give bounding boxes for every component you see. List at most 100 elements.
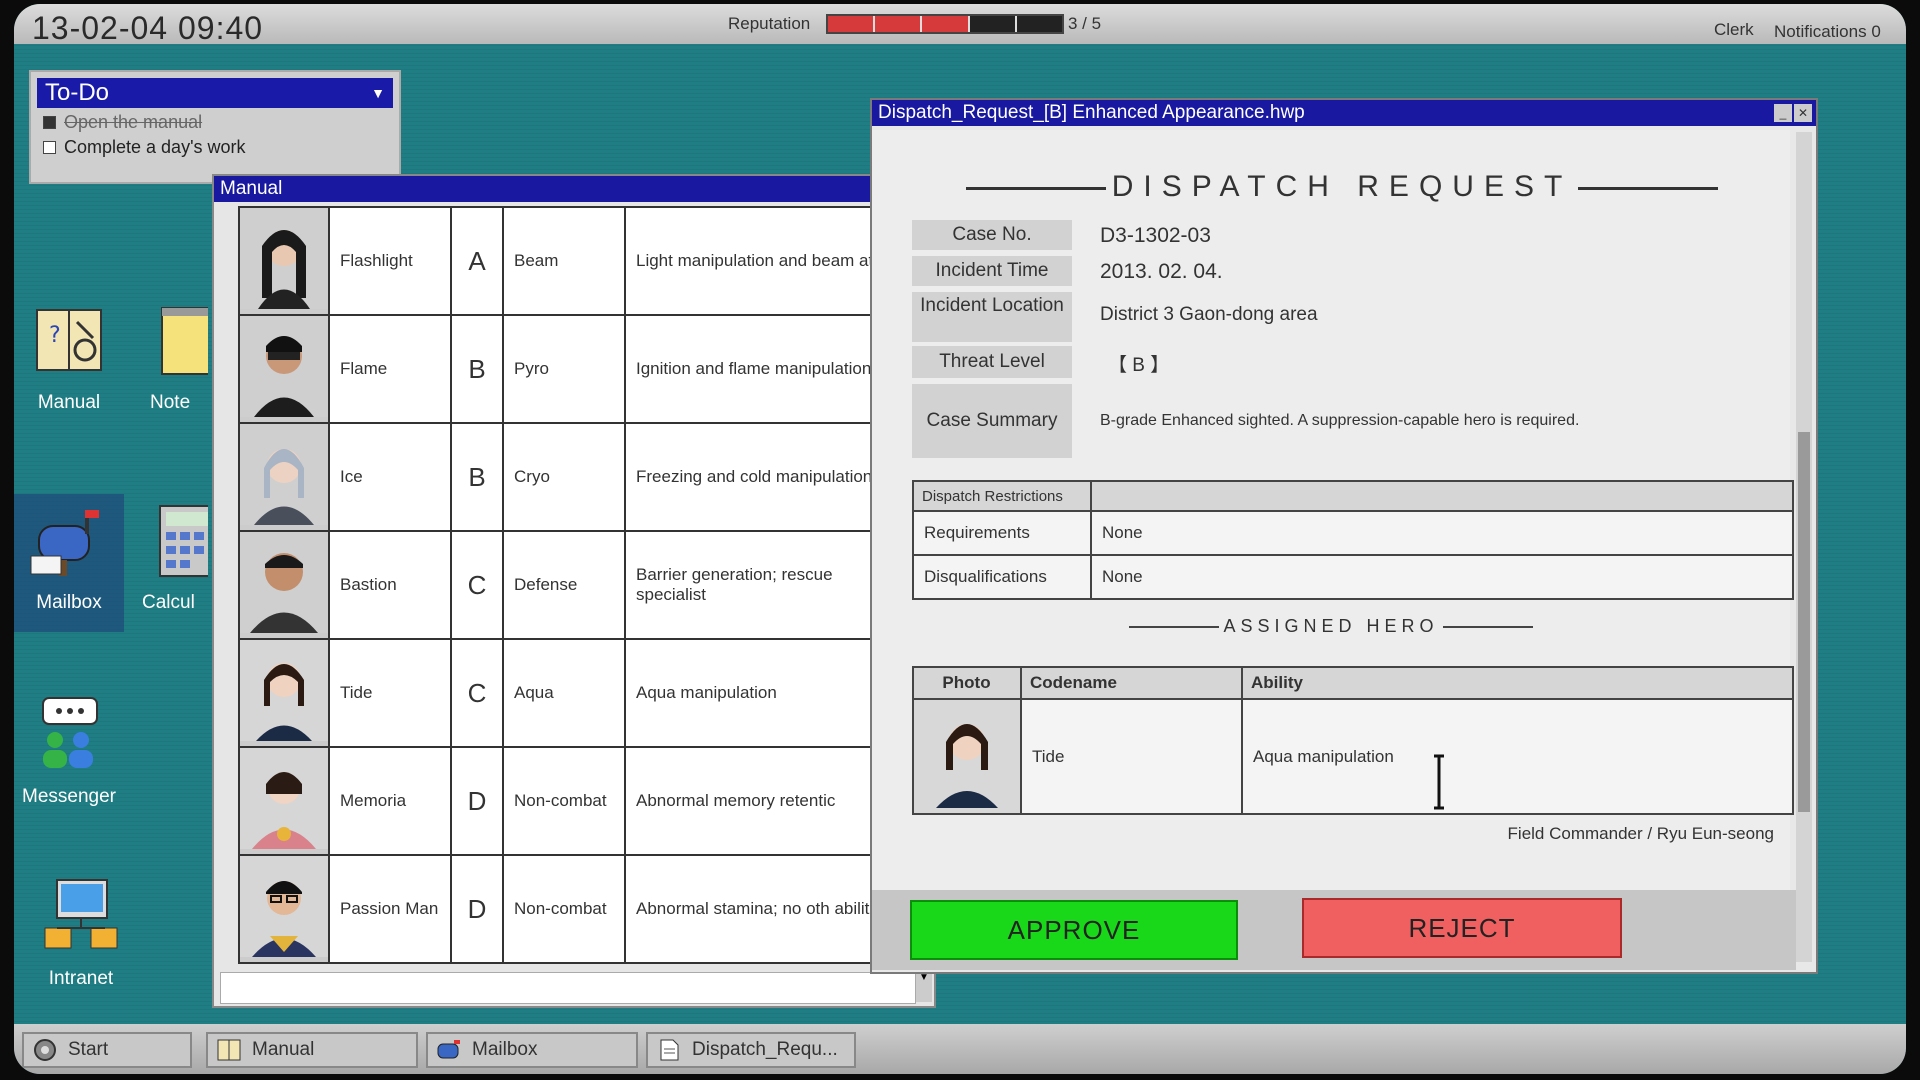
- checkbox-checked-icon[interactable]: [43, 116, 56, 129]
- reputation-segment: [828, 16, 876, 32]
- todo-panel: To-Do ▼ Open the manual Complete a day's…: [29, 70, 401, 184]
- taskbar-item-manual[interactable]: Manual: [206, 1032, 418, 1068]
- table-row[interactable]: Flame B Pyro Ignition and flame manipula…: [238, 314, 918, 424]
- reputation-segment: [922, 16, 970, 32]
- manual-window-title[interactable]: Manual: [214, 176, 934, 202]
- hero-photo: [238, 422, 330, 532]
- signature: Field Commander / Ryu Eun-seong: [1507, 824, 1774, 843]
- case-summary-value: B-grade Enhanced sighted. A suppression-…: [1100, 412, 1580, 429]
- hero-name: Memoria: [328, 746, 452, 856]
- mailbox-icon: [30, 510, 99, 576]
- hero-photo: [238, 530, 330, 640]
- hero-grade: B: [450, 314, 504, 424]
- desktop-icon-label: Mailbox: [36, 592, 102, 613]
- hero-type: Defense: [502, 530, 626, 640]
- minimize-icon[interactable]: _: [1774, 104, 1792, 122]
- scrollbar-thumb[interactable]: [1798, 432, 1810, 812]
- codename-column-header: Codename: [1020, 666, 1243, 700]
- table-row[interactable]: Passion Man D Non-combat Abnormal stamin…: [238, 854, 918, 964]
- hero-grade: C: [450, 638, 504, 748]
- threat-level-value: 【 B 】: [1108, 355, 1170, 376]
- taskbar-item-dispatch[interactable]: Dispatch_Requ...: [646, 1032, 856, 1068]
- reputation-label: Reputation: [728, 14, 811, 33]
- assigned-hero-codename[interactable]: Tide: [1020, 698, 1243, 815]
- hero-grade: D: [450, 746, 504, 856]
- dispatch-document: DISPATCH REQUEST Case No. D3-1302-03 Inc…: [872, 130, 1794, 890]
- hero-photo: [238, 314, 330, 424]
- hero-type: Non-combat: [502, 746, 626, 856]
- desktop-icon-messenger[interactable]: Messenger: [14, 694, 124, 808]
- scroll-down-arrow-icon[interactable]: ▼: [916, 972, 932, 1002]
- todo-item-label: Open the manual: [64, 112, 203, 132]
- desktop-icon-label: Messenger: [22, 786, 116, 807]
- game-screen: 13-02-04 09:40 Reputation 3 / 5 Clerk No…: [14, 4, 1906, 1074]
- table-row[interactable]: Tide C Aqua Aqua manipulation: [238, 638, 918, 748]
- todo-header[interactable]: To-Do ▼: [37, 78, 393, 108]
- table-row[interactable]: Flashlight A Beam Light manipulation and…: [238, 206, 918, 316]
- start-label: Start: [68, 1039, 109, 1060]
- desktop-icon-calculator[interactable]: Calcul: [142, 500, 208, 614]
- top-status-bar: 13-02-04 09:40 Reputation 3 / 5 Clerk No…: [14, 4, 1906, 46]
- ability-column-header: Ability: [1241, 666, 1794, 700]
- chevron-down-icon[interactable]: ▼: [371, 78, 385, 108]
- hero-name: Bastion: [328, 530, 452, 640]
- checkbox-icon[interactable]: [43, 141, 56, 154]
- reputation-bar: [826, 14, 1064, 34]
- reputation-segment: [969, 16, 1017, 32]
- desktop-icon-note[interactable]: Note: [138, 300, 208, 414]
- hero-grade: B: [450, 422, 504, 532]
- dispatch-restrictions-table: Dispatch Restrictions Requirements None …: [912, 480, 1794, 600]
- case-no-label: Case No.: [912, 220, 1072, 250]
- hero-grade: C: [450, 530, 504, 640]
- taskbar-item-mailbox[interactable]: Mailbox: [426, 1032, 638, 1068]
- desktop-icon-intranet[interactable]: Intranet: [26, 876, 136, 990]
- hero-grade: A: [450, 206, 504, 316]
- notifications-button[interactable]: Notifications 0: [1774, 22, 1881, 42]
- assigned-hero-table: Photo Codename Ability Tide Aqua manipul…: [912, 666, 1794, 815]
- manual-book-icon: ?: [36, 309, 102, 371]
- taskbar-item-label: Manual: [252, 1039, 315, 1060]
- desktop-icon-mailbox[interactable]: Mailbox: [14, 494, 124, 632]
- hero-name: Flashlight: [328, 206, 452, 316]
- dispatch-scrollbar[interactable]: [1796, 132, 1812, 962]
- taskbar: Start Manual Mailbox Dispatch_Requ...: [14, 1024, 1906, 1074]
- desktop-icon-label: Manual: [37, 392, 101, 413]
- hero-type: Cryo: [502, 422, 626, 532]
- table-row[interactable]: Ice B Cryo Freezing and cold manipulatio…: [238, 422, 918, 532]
- disqualifications-value: None: [1090, 554, 1794, 600]
- start-button[interactable]: Start: [22, 1032, 192, 1068]
- taskbar-item-label: Mailbox: [472, 1039, 538, 1060]
- case-no-value: D3-1302-03: [1100, 224, 1211, 247]
- approve-button[interactable]: APPROVE: [910, 900, 1238, 960]
- desktop-icon-manual[interactable]: ? Manual: [14, 300, 124, 414]
- hero-type: Non-combat: [502, 854, 626, 964]
- dispatch-window-title[interactable]: Dispatch_Request_[B] Enhanced Appearance…: [872, 100, 1816, 126]
- case-summary-label: Case Summary: [912, 384, 1072, 458]
- notepad-icon: [161, 307, 208, 375]
- dispatch-request-window: Dispatch_Request_[B] Enhanced Appearance…: [870, 98, 1818, 974]
- table-row[interactable]: Memoria D Non-combat Abnormal memory ret…: [238, 746, 918, 856]
- requirements-value: None: [1090, 510, 1794, 556]
- desktop-icon-label: Note: [150, 392, 191, 413]
- hero-photo: [238, 746, 330, 856]
- taskbar-item-label: Dispatch_Requ...: [692, 1039, 838, 1060]
- hero-name: Ice: [328, 422, 452, 532]
- table-row[interactable]: Bastion C Defense Barrier generation; re…: [238, 530, 918, 640]
- manual-footer-field[interactable]: [220, 972, 916, 1004]
- reject-button[interactable]: REJECT: [1302, 898, 1622, 958]
- text-cursor-icon: [1434, 754, 1444, 810]
- todo-title: To-Do: [45, 79, 110, 106]
- restrictions-header: Dispatch Restrictions: [912, 480, 1092, 512]
- hero-roster-table: Flashlight A Beam Light manipulation and…: [238, 206, 918, 964]
- incident-location-label: Incident Location: [912, 292, 1072, 342]
- hero-photo: [238, 638, 330, 748]
- todo-item[interactable]: Complete a day's work: [31, 137, 399, 158]
- mailbox-icon: [437, 1040, 460, 1059]
- manual-window: Manual Flashlight A Beam Light manipulat…: [212, 174, 936, 1008]
- close-icon[interactable]: ✕: [1794, 104, 1812, 122]
- hero-photo: [238, 206, 330, 316]
- assigned-hero-ability[interactable]: Aqua manipulation: [1241, 698, 1794, 815]
- document-heading: DISPATCH REQUEST: [952, 170, 1732, 204]
- todo-item[interactable]: Open the manual: [31, 112, 399, 133]
- messenger-icon: [42, 697, 98, 768]
